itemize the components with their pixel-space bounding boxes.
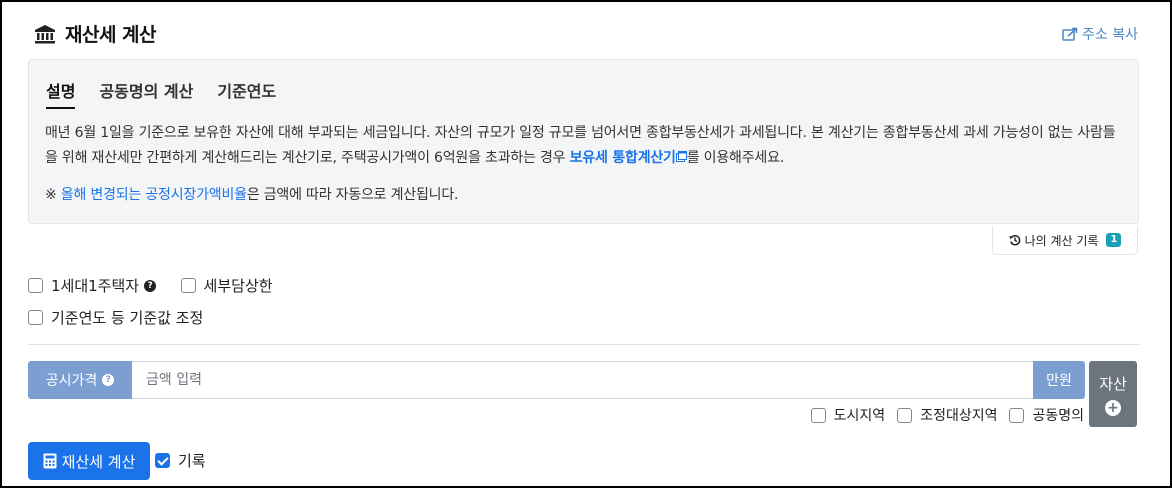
- city-area-option[interactable]: 도시지역: [810, 405, 886, 425]
- city-area-checkbox[interactable]: [810, 407, 826, 423]
- record-option[interactable]: 기록: [155, 450, 206, 471]
- description-part2: 를 이용해주세요.: [686, 150, 785, 166]
- bank-icon: [35, 24, 55, 43]
- amount-input[interactable]: [132, 361, 1033, 399]
- tab-description[interactable]: 설명: [46, 78, 76, 109]
- options-row-1: 1세대1주택자 ? 세부담상한: [28, 275, 293, 297]
- copy-address-button[interactable]: 주소 복사: [1062, 24, 1138, 44]
- joint-ownership-label: 공동명의: [1032, 408, 1084, 424]
- record-checkbox[interactable]: [155, 453, 170, 468]
- tab-base-year[interactable]: 기준연도: [217, 78, 276, 109]
- fair-market-ratio-link[interactable]: 올해 변경되는 공정시장가액비율: [61, 187, 247, 203]
- info-box: 설명 공동명의 계산 기준연도 매년 6월 1일을 기준으로 보유한 자산에 대…: [28, 59, 1139, 224]
- calculator-icon: [43, 453, 57, 469]
- note-suffix: 은 금액에 따라 자동으로 계산됩니다.: [246, 187, 459, 203]
- tax-limit-checkbox[interactable]: [180, 278, 196, 293]
- share-icon: [1062, 27, 1078, 41]
- tab-joint-calculation[interactable]: 공동명의 계산: [99, 78, 193, 109]
- tax-limit-label: 세부담상한: [203, 277, 273, 295]
- one-house-option[interactable]: 1세대1주택자 ?: [28, 275, 157, 296]
- plus-circle-icon: +: [1105, 399, 1121, 416]
- record-label: 기록: [178, 452, 206, 470]
- adjust-base-checkbox[interactable]: [28, 310, 43, 325]
- calculator-panel: 재산세 계산 주소 복사 설명 공동명의 계산 기준연도 매년 6월 1일을 기…: [2, 2, 1170, 486]
- ratio-note: ※ 올해 변경되는 공정시장가액비율은 금액에 따라 자동으로 계산됩니다.: [45, 184, 458, 204]
- options-row-2: 기준연도 등 기준값 조정: [28, 307, 223, 329]
- price-prefix: 공시가격 ?: [28, 361, 132, 399]
- joint-ownership-option[interactable]: 공동명의: [1009, 405, 1084, 425]
- price-help-icon[interactable]: ?: [102, 374, 115, 386]
- history-count-badge: 1: [1106, 233, 1122, 247]
- calculate-label: 재산세 계산: [61, 452, 136, 471]
- history-label: 나의 계산 기록: [1024, 233, 1099, 248]
- add-asset-button[interactable]: 자산 +: [1089, 361, 1137, 427]
- adjust-base-label: 기준연도 등 기준값 조정: [51, 309, 204, 327]
- page-title: 재산세 계산: [65, 24, 157, 46]
- note-prefix: ※: [45, 187, 61, 203]
- one-house-checkbox[interactable]: [28, 278, 43, 293]
- joint-ownership-checkbox[interactable]: [1009, 407, 1025, 423]
- tax-limit-option[interactable]: 세부담상한: [180, 275, 273, 296]
- divider: [28, 344, 1139, 345]
- price-prefix-label: 공시가격: [45, 373, 98, 389]
- city-area-label: 도시지역: [833, 408, 886, 424]
- add-asset-label: 자산: [1099, 374, 1127, 393]
- copy-address-label: 주소 복사: [1082, 27, 1138, 43]
- history-icon: [1009, 235, 1020, 246]
- price-input-group: 공시가격 ? 만원: [28, 361, 1085, 399]
- header: 재산세 계산: [34, 20, 157, 47]
- adjusted-area-label: 조정대상지역: [920, 408, 998, 424]
- external-link-icon: [675, 151, 687, 162]
- history-button[interactable]: 나의 계산 기록 1: [992, 226, 1138, 255]
- adjusted-area-checkbox[interactable]: [897, 407, 913, 423]
- one-house-label: 1세대1주택자: [51, 277, 140, 295]
- adjust-base-option[interactable]: 기준연도 등 기준값 조정: [28, 307, 203, 328]
- integrated-calculator-link[interactable]: 보유세 통합계산기: [570, 150, 676, 166]
- tab-list: 설명 공동명의 계산 기준연도: [46, 78, 276, 109]
- help-icon[interactable]: ?: [144, 279, 157, 292]
- unit-suffix: 만원: [1033, 361, 1085, 399]
- description-text: 매년 6월 1일을 기준으로 보유한 자산에 대해 부과되는 세금입니다. 자산…: [45, 121, 1125, 171]
- adjusted-area-option[interactable]: 조정대상지역: [897, 405, 997, 425]
- calculate-button[interactable]: 재산세 계산: [28, 442, 150, 480]
- region-options: 도시지역 조정대상지역 공동명의: [799, 405, 1084, 425]
